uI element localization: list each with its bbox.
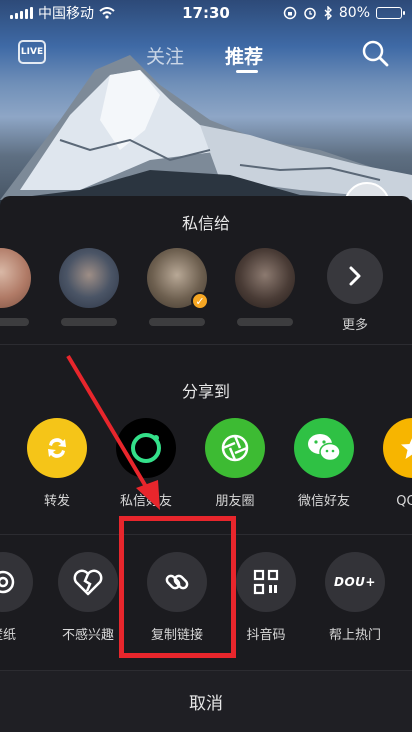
- battery-percent: 80%: [338, 5, 370, 21]
- share-targets-row: 转发 私信好友 朋友圈 微信好友 QQ: [0, 418, 412, 528]
- status-right: 80%: [252, 5, 405, 21]
- contact-item[interactable]: [234, 248, 296, 326]
- tab-follow[interactable]: 关注: [146, 42, 184, 69]
- cancel-button[interactable]: 取消: [0, 670, 412, 732]
- contact-avatar: [0, 248, 31, 308]
- douyin-dm-icon: [131, 433, 161, 463]
- contact-avatar: [235, 248, 295, 308]
- bluetooth-icon: [324, 6, 332, 20]
- contact-name-blurred: [237, 318, 293, 326]
- share-forward-button[interactable]: 转发: [12, 418, 102, 509]
- share-moments-button[interactable]: 朋友圈: [190, 418, 280, 509]
- wechat-icon: [308, 434, 341, 462]
- share-forward-label: 转发: [43, 494, 70, 509]
- share-qzone-label: QQ空: [396, 494, 412, 509]
- moments-circle: [205, 418, 265, 478]
- contact-item[interactable]: [0, 248, 32, 326]
- dou-plus-logo: DOU+: [334, 575, 376, 589]
- contact-item[interactable]: [58, 248, 120, 326]
- share-moments-label: 朋友圈: [215, 494, 255, 509]
- contact-name-blurred: [61, 318, 117, 326]
- top-nav: LIVE 关注 推荐: [0, 36, 412, 76]
- not-interested-circle: [58, 552, 118, 612]
- active-tab-indicator: [236, 70, 258, 73]
- battery-icon: [376, 7, 405, 19]
- douyin-code-circle: [236, 552, 296, 612]
- contact-item[interactable]: ✓: [146, 248, 209, 326]
- rotation-lock-icon: [283, 6, 297, 20]
- wallpaper-icon: [0, 570, 15, 594]
- contact-avatar: ✓: [147, 248, 209, 310]
- share-qzone-button[interactable]: QQ空: [368, 418, 412, 509]
- more-label: 更多: [341, 318, 368, 333]
- more-contacts-button[interactable]: 更多: [324, 248, 386, 333]
- contact-list: ✓ 更多: [0, 248, 412, 338]
- carrier-label: 中国移动: [38, 6, 94, 22]
- more-circle: [327, 248, 383, 304]
- section-divider: [0, 344, 412, 345]
- live-button[interactable]: LIVE: [18, 40, 46, 64]
- repost-icon: [48, 438, 66, 458]
- boost-hot-circle: DOU+: [325, 552, 385, 612]
- share-section-title: 分享到: [181, 382, 230, 401]
- qzone-circle: [383, 418, 412, 478]
- boost-hot-label: 帮上热门: [328, 628, 381, 643]
- verified-check-icon: ✓: [191, 292, 209, 310]
- share-wechat-label: 微信好友: [297, 494, 350, 509]
- boost-hot-button[interactable]: DOU+ 帮上热门: [310, 552, 400, 643]
- dm-section-title: 私信给: [181, 214, 230, 233]
- forward-circle: [27, 418, 87, 478]
- status-time: 17:30: [182, 4, 230, 22]
- wechat-circle: [294, 418, 354, 478]
- broken-heart-icon: [73, 569, 103, 596]
- contact-name-blurred: [0, 318, 29, 326]
- annotation-highlight-box: [119, 516, 236, 658]
- wechat-moments-icon: [221, 434, 249, 462]
- qzone-star-icon: [401, 438, 412, 459]
- dm-friend-circle: [116, 418, 176, 478]
- contact-avatar: [59, 248, 119, 308]
- share-dm-friend-label: 私信好友: [119, 494, 172, 509]
- qr-code-icon: [253, 569, 279, 595]
- wallpaper-label: 壁纸: [0, 628, 16, 643]
- wallpaper-button[interactable]: 壁纸: [0, 552, 48, 643]
- contact-name-blurred: [149, 318, 205, 326]
- tab-recommend[interactable]: 推荐: [225, 42, 263, 69]
- chevron-right-icon: [349, 266, 361, 286]
- wallpaper-circle: [0, 552, 33, 612]
- alarm-icon: [304, 7, 316, 20]
- search-icon[interactable]: [360, 38, 390, 68]
- share-wechat-button[interactable]: 微信好友: [279, 418, 369, 509]
- wifi-icon: [99, 7, 115, 19]
- share-dm-friend-button[interactable]: 私信好友: [101, 418, 191, 509]
- signal-icon: [10, 7, 33, 19]
- status-bar: 中国移动 17:30 80%: [0, 0, 412, 26]
- status-left: 中国移动: [10, 3, 160, 23]
